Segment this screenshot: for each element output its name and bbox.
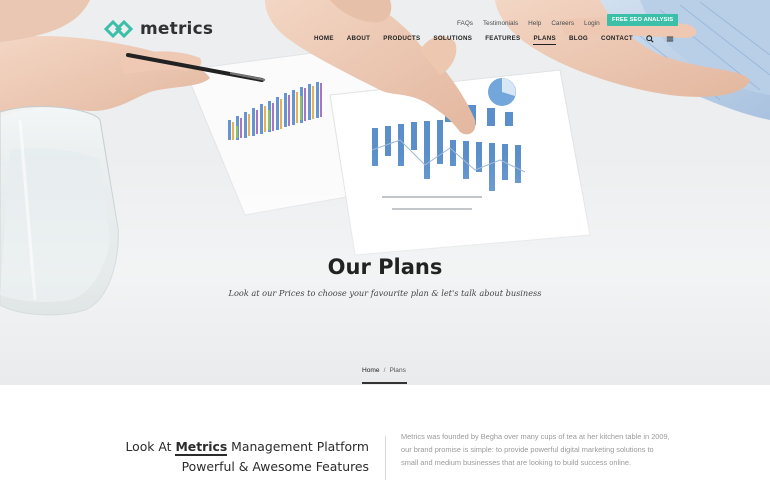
breadcrumb-separator: / [383, 367, 386, 374]
topbar-link-login[interactable]: Login [584, 20, 600, 27]
topbar-link-help[interactable]: Help [528, 20, 541, 27]
utility-links: FAQs Testimonials Help Careers Login [457, 16, 610, 30]
nav-item-solutions[interactable]: SOLUTIONS [433, 35, 472, 45]
topbar-link-careers[interactable]: Careers [551, 20, 574, 27]
intro-divider [385, 436, 386, 480]
brand-logo[interactable]: metrics [104, 18, 213, 40]
intro-heading-prefix: Look At [125, 439, 172, 454]
hero-banner: metrics FAQs Testimonials Help Careers L… [0, 0, 770, 385]
page-subtitle: Look at our Prices to choose your favour… [228, 288, 542, 298]
main-navigation: HOME ABOUT PRODUCTS SOLUTIONS FEATURES P… [314, 35, 686, 45]
nav-item-plans[interactable]: PLANS [533, 35, 557, 45]
nav-item-contact[interactable]: CONTACT [601, 35, 633, 45]
intro-heading: Look At Metrics Management Platform Powe… [90, 437, 369, 477]
metrics-logo-icon [104, 19, 134, 39]
topbar-link-testimonials[interactable]: Testimonials [483, 20, 518, 27]
free-seo-analysis-button[interactable]: FREE SEO ANALYSIS [607, 14, 679, 26]
nav-item-home[interactable]: HOME [314, 35, 334, 45]
nav-item-blog[interactable]: BLOG [569, 35, 588, 45]
breadcrumb-underline [362, 382, 407, 384]
nav-item-products[interactable]: PRODUCTS [383, 35, 420, 45]
intro-heading-line2: Powerful & Awesome Features [181, 459, 369, 474]
breadcrumb-current: Plans [389, 367, 406, 374]
intro-description: Metrics was founded by Begha over many c… [401, 432, 670, 467]
breadcrumb-home[interactable]: Home [362, 367, 380, 374]
search-icon[interactable] [646, 35, 654, 43]
menu-icon[interactable] [666, 35, 674, 43]
brand-name: metrics [140, 19, 214, 39]
intro-heading-line1: Look At Metrics Management Platform [90, 437, 369, 457]
nav-item-about[interactable]: ABOUT [347, 35, 371, 45]
page-title: Our Plans [327, 255, 443, 279]
breadcrumb: Home / Plans [362, 367, 406, 374]
topbar-link-faqs[interactable]: FAQs [457, 20, 473, 27]
hero-overlay [0, 0, 770, 385]
intro-heading-suffix: Management Platform [231, 439, 369, 454]
intro-heading-brand: Metrics [175, 439, 228, 456]
nav-item-features[interactable]: FEATURES [485, 35, 520, 45]
